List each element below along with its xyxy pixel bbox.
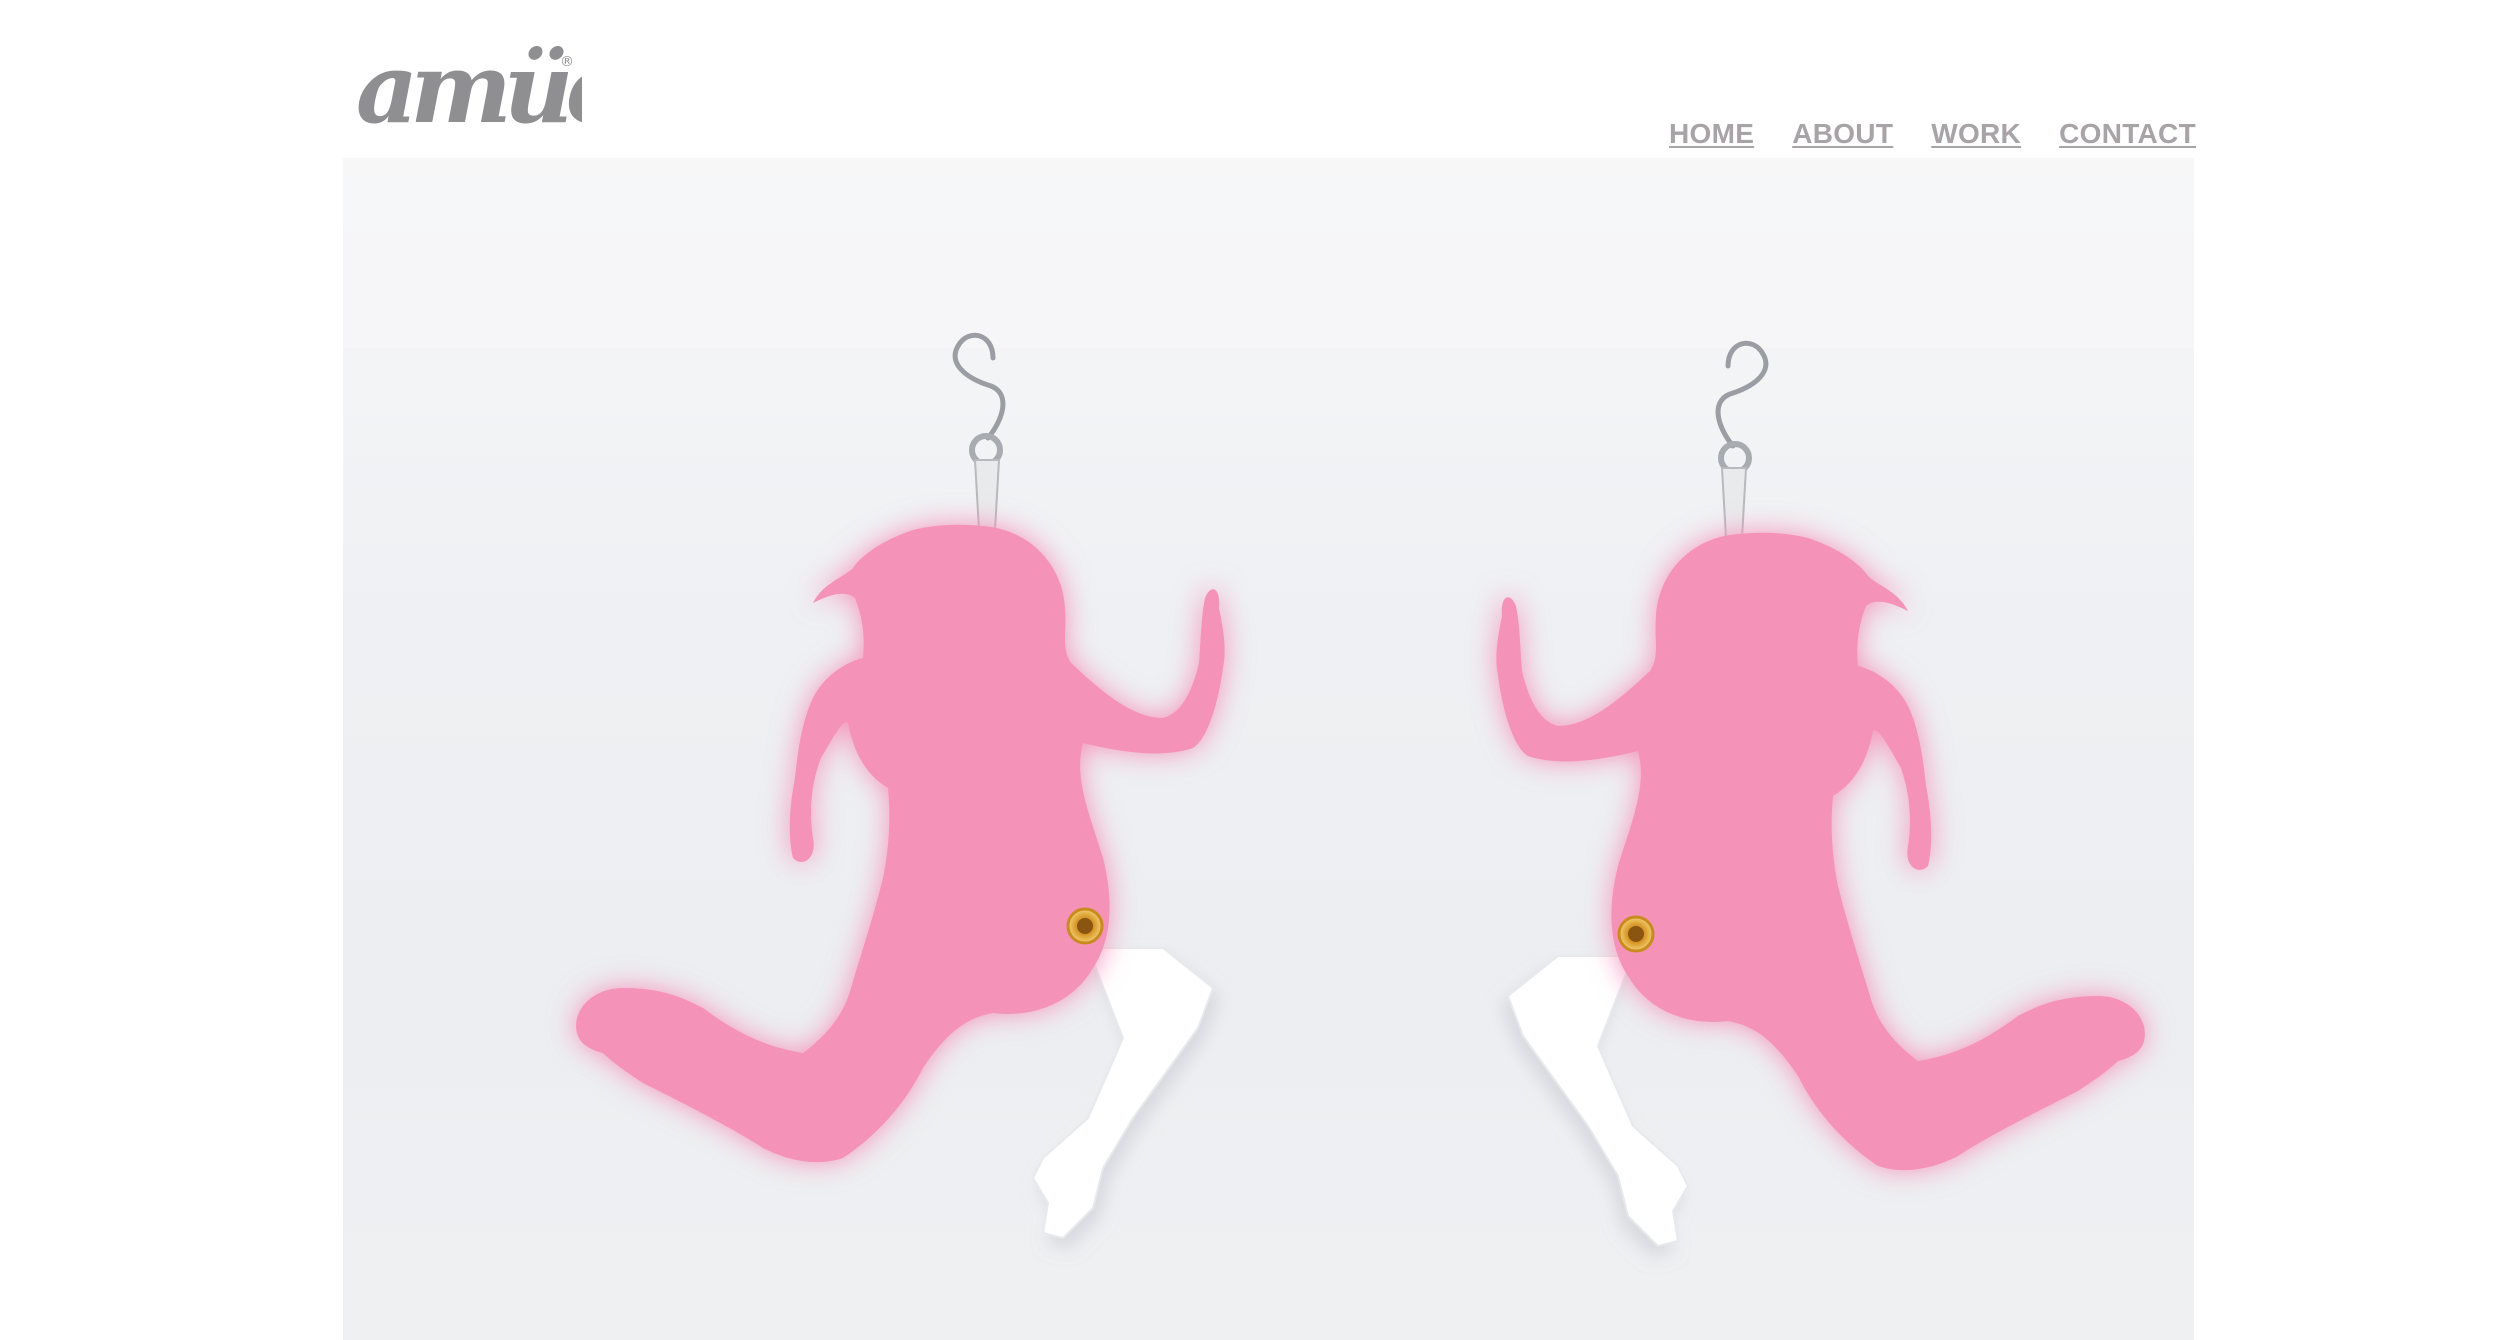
- hero-photo: [343, 158, 2194, 1340]
- nav-item: CONTACT: [2059, 118, 2196, 150]
- nav-contact-link[interactable]: CONTACT: [2059, 118, 2196, 150]
- brand-logo[interactable]: amüch ®: [352, 44, 582, 134]
- nav-list: HOME ABOUT WORK CONTACT: [1669, 118, 2196, 150]
- logo-text: amüch: [356, 44, 582, 134]
- nav-item: HOME: [1669, 118, 1754, 150]
- nav-item: ABOUT: [1792, 118, 1893, 150]
- earrings-illustration: [343, 158, 2194, 1340]
- nav-home-link[interactable]: HOME: [1669, 118, 1754, 150]
- nav-item: WORK: [1931, 118, 2021, 150]
- nav-work-link[interactable]: WORK: [1931, 118, 2021, 150]
- nav-about-link[interactable]: ABOUT: [1792, 118, 1893, 150]
- logo-registered-mark: ®: [560, 54, 574, 70]
- left-earring: [576, 335, 1225, 1238]
- right-earring: [1496, 343, 2145, 1246]
- brand-logo-graphic: amüch ®: [356, 44, 582, 134]
